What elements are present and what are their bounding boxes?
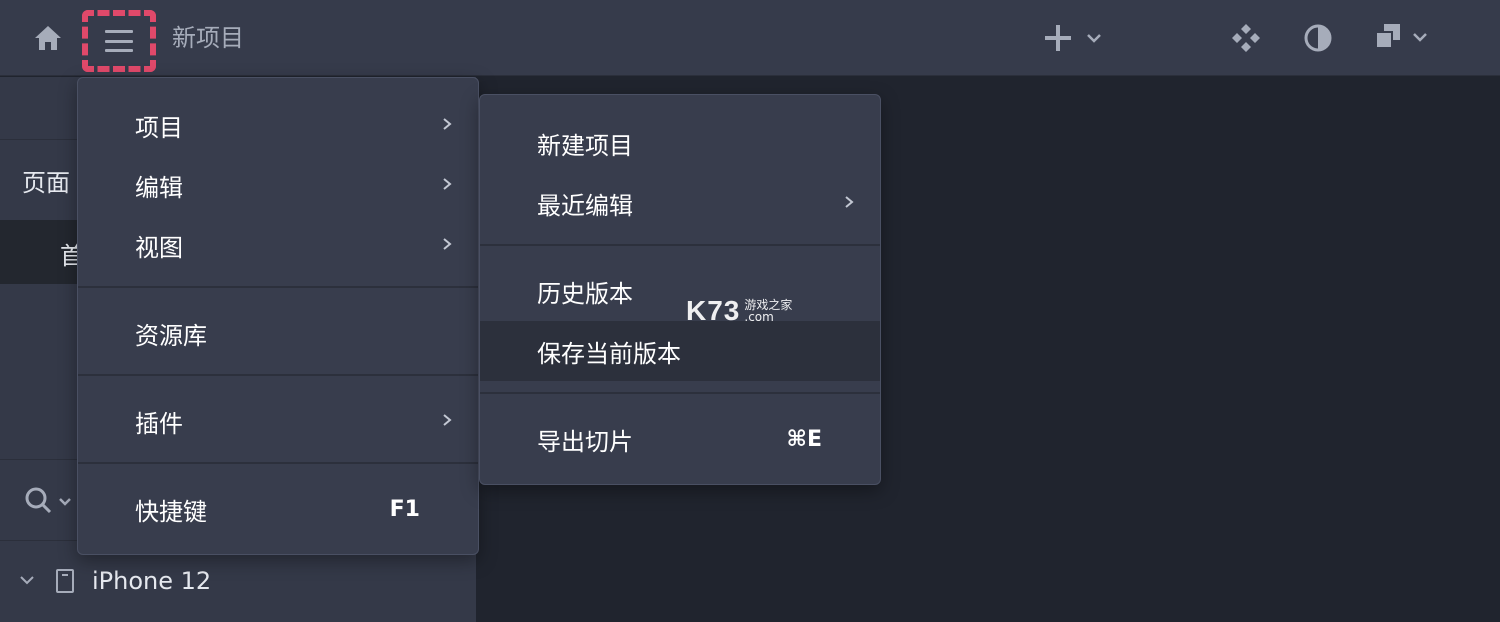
menu-item-label: 导出切片: [537, 427, 633, 456]
chevron-down-icon: [1413, 33, 1427, 42]
top-toolbar: 新项目: [0, 0, 1500, 76]
watermark-text: K73: [686, 295, 741, 326]
submenu-item-history[interactable]: 历史版本: [480, 261, 880, 321]
chevron-right-icon: [845, 196, 854, 208]
submenu-item-save-version[interactable]: 保存当前版本: [480, 321, 880, 381]
menu-item-shortcuts[interactable]: 快捷键 F1: [78, 479, 478, 539]
layer-search-button[interactable]: [22, 485, 82, 515]
components-icon[interactable]: [1226, 18, 1266, 58]
menu-item-project[interactable]: 项目: [78, 95, 478, 155]
menu-item-label: 资源库: [135, 321, 207, 350]
chevron-down-icon[interactable]: [18, 571, 36, 589]
hamburger-menu-button[interactable]: [82, 10, 156, 72]
chevron-right-icon: [443, 414, 452, 426]
submenu-item-new-project[interactable]: 新建项目: [480, 113, 880, 173]
shortcut-label: F1: [389, 496, 420, 522]
menu-item-edit[interactable]: 编辑: [78, 155, 478, 215]
menu-item-label: 编辑: [135, 173, 183, 202]
watermark-line: .com: [744, 310, 774, 324]
home-icon[interactable]: [30, 20, 66, 56]
chevron-right-icon: [443, 238, 452, 250]
menu-item-label: 插件: [135, 409, 183, 438]
menu-divider: [480, 392, 880, 394]
shortcut-label: ⌘E: [786, 426, 822, 452]
menu-item-plugins[interactable]: 插件: [78, 391, 478, 451]
pages-heading: 页面: [22, 169, 70, 197]
hamburger-icon: [105, 30, 133, 52]
layer-row[interactable]: iPhone 12: [0, 561, 476, 607]
chevron-right-icon: [443, 118, 452, 130]
menu-item-label: 最近编辑: [537, 191, 633, 220]
contrast-icon[interactable]: [1298, 18, 1338, 58]
menu-item-label: 历史版本: [537, 279, 633, 308]
submenu-item-recent[interactable]: 最近编辑: [480, 173, 880, 233]
layer-name: iPhone 12: [92, 567, 212, 595]
device-frame-icon: [56, 569, 74, 593]
menu-item-label: 项目: [135, 113, 183, 142]
project-title[interactable]: 新项目: [172, 20, 244, 56]
chevron-down-icon: [1087, 34, 1101, 43]
menu-item-label: 视图: [135, 233, 183, 262]
layers-icon: [1375, 24, 1400, 49]
menu-divider: [78, 374, 478, 376]
menu-item-label: 新建项目: [537, 131, 633, 160]
chevron-right-icon: [443, 178, 452, 190]
menu-divider: [78, 286, 478, 288]
search-icon: [25, 487, 52, 514]
arrange-button[interactable]: [1370, 18, 1434, 58]
menu-item-label: 保存当前版本: [537, 339, 681, 368]
main-menu: 项目 编辑 视图 资源库 插件 快捷键 F1: [77, 77, 479, 555]
submenu-item-export-slices[interactable]: 导出切片 ⌘E: [480, 409, 880, 469]
menu-divider: [480, 244, 880, 246]
menu-item-label: 快捷键: [135, 497, 207, 526]
menu-item-view[interactable]: 视图: [78, 215, 478, 275]
plus-icon: [1045, 25, 1071, 51]
add-button[interactable]: [1040, 20, 1110, 56]
chevron-down-icon: [59, 498, 71, 506]
project-submenu: 新建项目 最近编辑 历史版本 保存当前版本 导出切片 ⌘E: [479, 94, 881, 485]
watermark-logo: K73 游戏之家 .com: [686, 294, 816, 328]
menu-divider: [78, 462, 478, 464]
menu-item-library[interactable]: 资源库: [78, 303, 478, 363]
watermark-subtext: 游戏之家 .com: [744, 299, 792, 323]
